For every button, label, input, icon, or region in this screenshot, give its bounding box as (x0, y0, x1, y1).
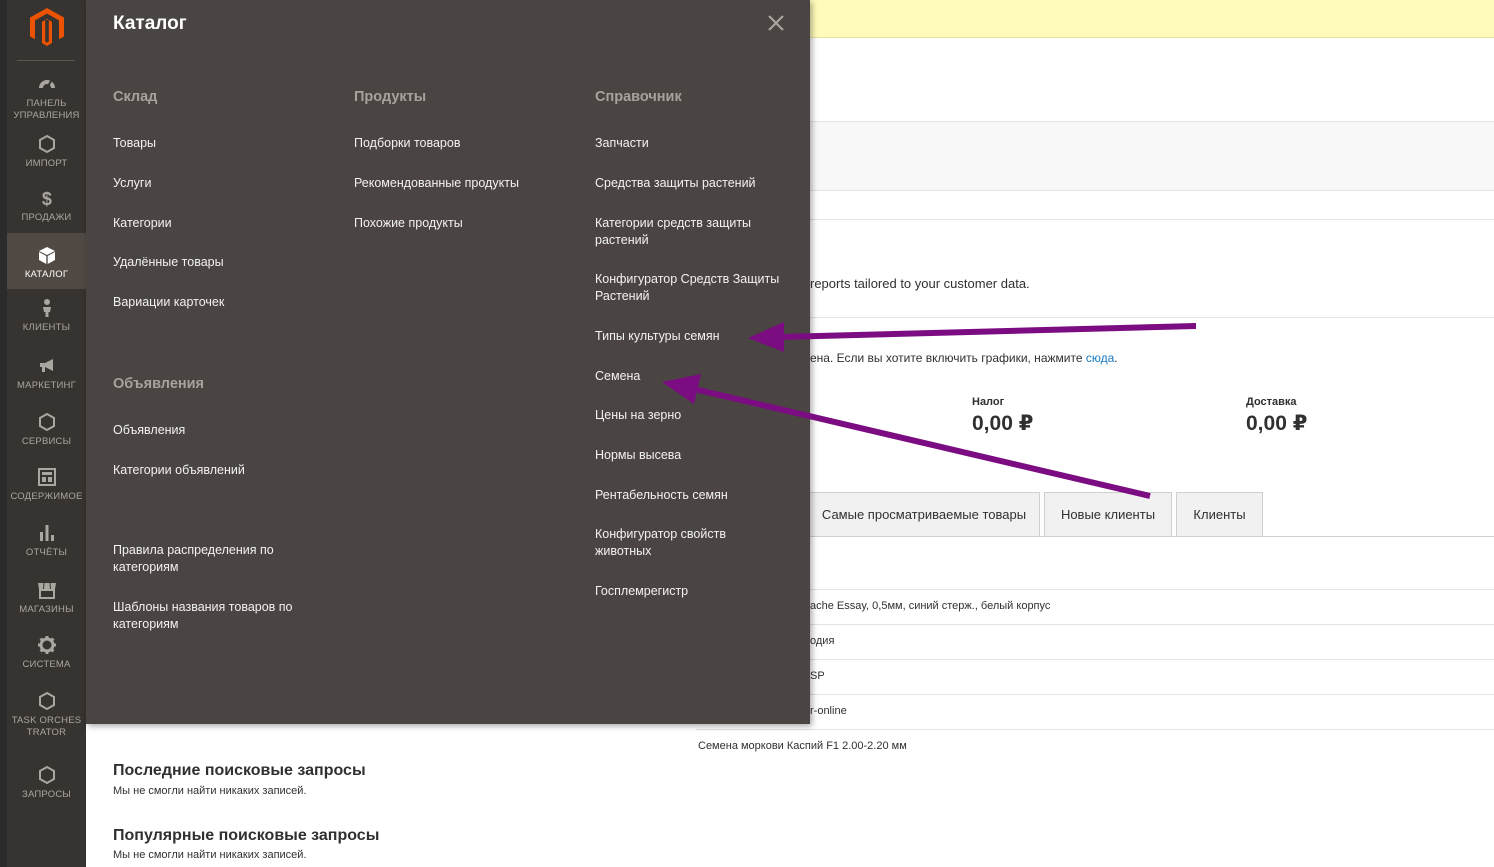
catalog-flyout-menu: Каталог Склад Товары Услуги Категории Уд… (86, 0, 810, 724)
sidebar-item-reports[interactable]: Отчёты (7, 523, 86, 563)
sidebar-item-system[interactable]: Система (7, 635, 86, 675)
menu-link-plant-protection-configurator[interactable]: Конфигуратор Средств Защиты Растений (595, 271, 790, 305)
page-actions-band (810, 121, 1494, 191)
svg-text:$: $ (41, 189, 51, 208)
divider (810, 219, 1494, 220)
menu-link-plant-protection[interactable]: Средства защиты растений (595, 175, 756, 192)
menu-link-grain-prices[interactable]: Цены на зерно (595, 407, 681, 424)
sidebar-item-catalog[interactable]: Каталог (7, 233, 86, 289)
layout-icon (7, 467, 86, 487)
menu-link-deleted-products[interactable]: Удалённые товары (113, 254, 224, 271)
menu-link-product-name-templates[interactable]: Шаблоны названия товаров по категориям (113, 599, 313, 633)
last-search-empty: Мы не смогли найти никаких записей. (113, 785, 307, 797)
menu-link-seeding-rates[interactable]: Нормы высева (595, 447, 681, 464)
hexagon-icon (7, 412, 86, 432)
table-row: Семена моркови Каспий F1 2.00-2.20 мм (698, 740, 907, 752)
magento-logo-icon[interactable] (30, 8, 64, 46)
flyout-title: Каталог (113, 13, 187, 34)
table-row: ache Essay, 0,5мм, синий стерж., белый к… (810, 600, 1051, 612)
menu-link-product-collections[interactable]: Подборки товаров (354, 135, 460, 152)
hexagon-icon (7, 765, 86, 785)
menu-link-services[interactable]: Услуги (113, 175, 151, 192)
sidebar-item-content[interactable]: Содержимое (7, 467, 86, 507)
menu-link-recommended-products[interactable]: Рекомендованные продукты (354, 175, 519, 192)
admin-sidebar: Панель управления Импорт $ Продажи Катал… (7, 0, 86, 867)
sidebar-item-marketing[interactable]: Маркетинг (7, 356, 86, 396)
table-row-divider (696, 729, 1494, 730)
bar-chart-icon (7, 523, 86, 543)
tab-customers[interactable]: Клиенты (1176, 492, 1263, 537)
table-row: одия (810, 635, 835, 647)
close-icon[interactable] (766, 13, 786, 33)
charts-disabled-notice: ена. Если вы хотите включить графики, на… (810, 351, 1118, 365)
menu-link-ads[interactable]: Объявления (113, 422, 185, 439)
menu-link-plant-protection-categories[interactable]: Категории средств защиты растений (595, 215, 785, 249)
sidebar-item-customers[interactable]: Клиенты (7, 298, 86, 338)
tab-new-customers[interactable]: Новые клиенты (1044, 492, 1172, 537)
popular-search-title: Популярные поисковые запросы (113, 827, 380, 844)
sidebar-item-import[interactable]: Импорт (7, 134, 86, 174)
menu-link-seeds[interactable]: Семена (595, 368, 640, 385)
store-icon (7, 580, 86, 600)
table-row-divider (696, 624, 1494, 625)
menu-link-seed-profitability[interactable]: Рентабельность семян (595, 487, 728, 504)
sidebar-item-stores[interactable]: Магазины (7, 580, 86, 620)
divider (810, 317, 1494, 318)
enable-charts-link[interactable]: сюда (1086, 351, 1114, 365)
column-heading-products: Продукты (354, 89, 427, 105)
column-heading-reference: Справочник (595, 89, 682, 105)
hexagon-icon (7, 691, 86, 711)
dashboard-icon (7, 74, 86, 94)
arrow-to-seed-crop-types (748, 322, 1197, 352)
menu-link-spare-parts[interactable]: Запчасти (595, 135, 649, 152)
table-row: r-online (810, 705, 847, 717)
stat-tax-value: 0,00 ₽ (972, 412, 1034, 435)
menu-link-seed-crop-types[interactable]: Типы культуры семян (595, 328, 720, 345)
column-heading-warehouse: Склад (113, 89, 158, 105)
box-icon (7, 245, 86, 265)
menu-link-products[interactable]: Товары (113, 135, 156, 152)
sidebar-item-sales[interactable]: $ Продажи (7, 188, 86, 228)
menu-link-breeding-registry[interactable]: Госплемрегистр (595, 583, 688, 600)
sidebar-item-task-orchestrator[interactable]: Task Orchestrator (7, 691, 86, 751)
menu-link-animal-properties-configurator[interactable]: Конфигуратор свойств животных (595, 526, 765, 560)
menu-link-category-distribution-rules[interactable]: Правила распределения по категориям (113, 542, 313, 576)
column-heading-ads: Объявления (113, 376, 205, 392)
megaphone-icon (7, 356, 86, 376)
logo-divider (17, 60, 75, 61)
tabs-baseline (810, 536, 1494, 537)
system-notice-bar (810, 0, 1494, 38)
sidebar-item-requests[interactable]: Запросы (7, 765, 86, 805)
gear-icon (7, 635, 86, 655)
stat-shipping-value: 0,00 ₽ (1246, 412, 1308, 435)
table-row-divider (696, 659, 1494, 660)
popular-search-empty: Мы не смогли найти никаких записей. (113, 849, 307, 861)
table-row-divider (696, 694, 1494, 695)
tab-most-viewed-products[interactable]: Самые просматриваемые товары (808, 492, 1040, 537)
reports-promo-text: reports tailored to your customer data. (810, 276, 1030, 291)
window-edge (0, 0, 7, 867)
dollar-icon: $ (7, 188, 86, 209)
menu-link-categories[interactable]: Категории (113, 215, 172, 232)
menu-link-ad-categories[interactable]: Категории объявлений (113, 462, 245, 479)
sidebar-item-services[interactable]: Сервисы (7, 412, 86, 452)
menu-link-card-variations[interactable]: Вариации карточек (113, 294, 224, 311)
sidebar-item-dashboard[interactable]: Панель управления (7, 74, 86, 124)
last-search-title: Последние поисковые запросы (113, 762, 366, 779)
stat-tax-label: Налог (972, 396, 1005, 408)
table-row: SP (810, 670, 825, 682)
menu-link-similar-products[interactable]: Похожие продукты (354, 215, 463, 232)
hexagon-icon (7, 134, 86, 154)
person-icon (7, 298, 86, 318)
table-row-divider (696, 589, 1494, 590)
stat-shipping-label: Доставка (1246, 396, 1297, 408)
